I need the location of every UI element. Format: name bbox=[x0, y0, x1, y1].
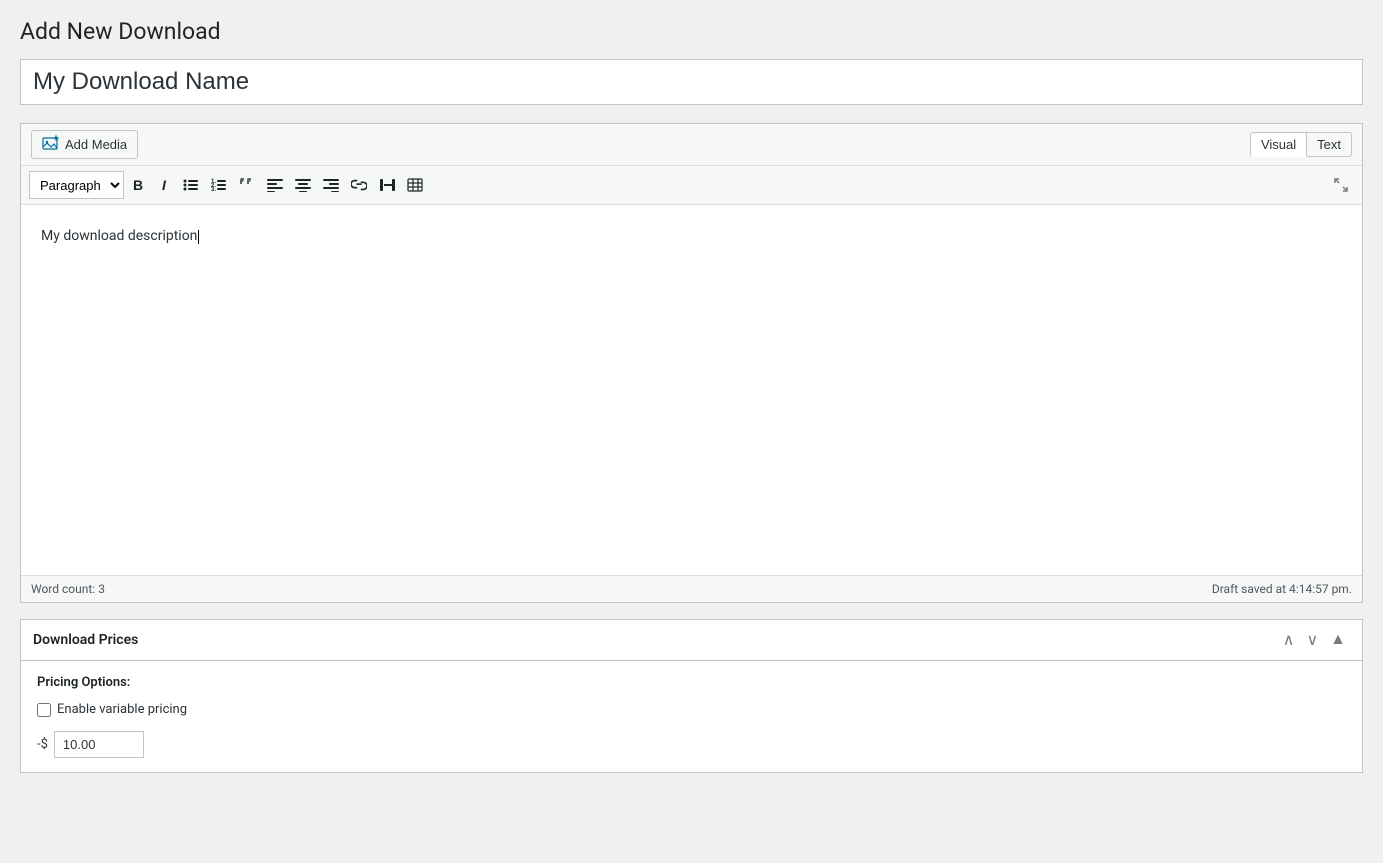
section-collapse-up-button[interactable]: ∧ bbox=[1279, 628, 1299, 652]
editor-top-bar: Add Media Visual Text bbox=[21, 124, 1362, 166]
add-media-label: Add Media bbox=[65, 137, 127, 152]
word-count-label: Word count: bbox=[31, 582, 95, 596]
price-input[interactable] bbox=[54, 731, 144, 758]
enable-variable-pricing-label[interactable]: Enable variable pricing bbox=[57, 702, 187, 717]
expand-button[interactable] bbox=[1328, 171, 1354, 199]
download-prices-section: Download Prices ∧ ∨ ▲ Pricing Options: E… bbox=[20, 619, 1363, 773]
section-body: Pricing Options: Enable variable pricing… bbox=[21, 661, 1362, 772]
align-left-button[interactable] bbox=[262, 171, 288, 199]
add-media-button[interactable]: Add Media bbox=[31, 130, 138, 159]
editor-text: My download description bbox=[41, 228, 197, 244]
word-count-value: 3 bbox=[98, 582, 105, 596]
editor-container: Add Media Visual Text Paragraph Heading … bbox=[20, 123, 1363, 603]
italic-button[interactable]: I bbox=[152, 171, 176, 199]
editor-content: My download description bbox=[41, 225, 1342, 247]
add-media-icon bbox=[42, 135, 60, 154]
align-center-button[interactable] bbox=[290, 171, 316, 199]
page-title: Add New Download bbox=[20, 18, 1363, 45]
blockquote-button[interactable] bbox=[234, 171, 260, 199]
editor-body[interactable]: My download description bbox=[21, 205, 1362, 575]
enable-variable-pricing-checkbox[interactable] bbox=[37, 703, 51, 717]
cursor bbox=[198, 230, 199, 244]
enable-variable-pricing-row: Enable variable pricing bbox=[37, 702, 1346, 717]
section-header: Download Prices ∧ ∨ ▲ bbox=[21, 620, 1362, 661]
unordered-list-button[interactable] bbox=[178, 171, 204, 199]
link-button[interactable] bbox=[346, 171, 372, 199]
align-right-button[interactable] bbox=[318, 171, 344, 199]
svg-text:3.: 3. bbox=[211, 187, 216, 192]
download-title-input[interactable] bbox=[20, 59, 1363, 105]
editor-footer: Word count: 3 Draft saved at 4:14:57 pm. bbox=[21, 575, 1362, 602]
format-select[interactable]: Paragraph Heading 1 Heading 2 Heading 3 bbox=[29, 171, 124, 199]
tab-visual[interactable]: Visual bbox=[1250, 132, 1307, 157]
ordered-list-button[interactable]: 1.2.3. bbox=[206, 171, 232, 199]
table-button[interactable] bbox=[402, 171, 428, 199]
visual-text-tabs: Visual Text bbox=[1250, 132, 1352, 157]
section-controls: ∧ ∨ ▲ bbox=[1279, 628, 1350, 652]
pricing-options-label: Pricing Options: bbox=[37, 675, 1346, 690]
price-row: -$ bbox=[37, 731, 1346, 758]
horizontal-rule-button[interactable] bbox=[374, 171, 400, 199]
section-arrow-up-button[interactable]: ▲ bbox=[1326, 629, 1350, 651]
editor-toolbar: Paragraph Heading 1 Heading 2 Heading 3 … bbox=[21, 166, 1362, 205]
word-count: Word count: 3 bbox=[31, 582, 105, 596]
section-title: Download Prices bbox=[33, 632, 138, 648]
section-collapse-down-button[interactable]: ∨ bbox=[1302, 628, 1322, 652]
price-prefix: -$ bbox=[37, 737, 48, 752]
draft-saved-status: Draft saved at 4:14:57 pm. bbox=[1212, 582, 1352, 596]
tab-text[interactable]: Text bbox=[1307, 132, 1352, 157]
bold-button[interactable]: B bbox=[126, 171, 150, 199]
